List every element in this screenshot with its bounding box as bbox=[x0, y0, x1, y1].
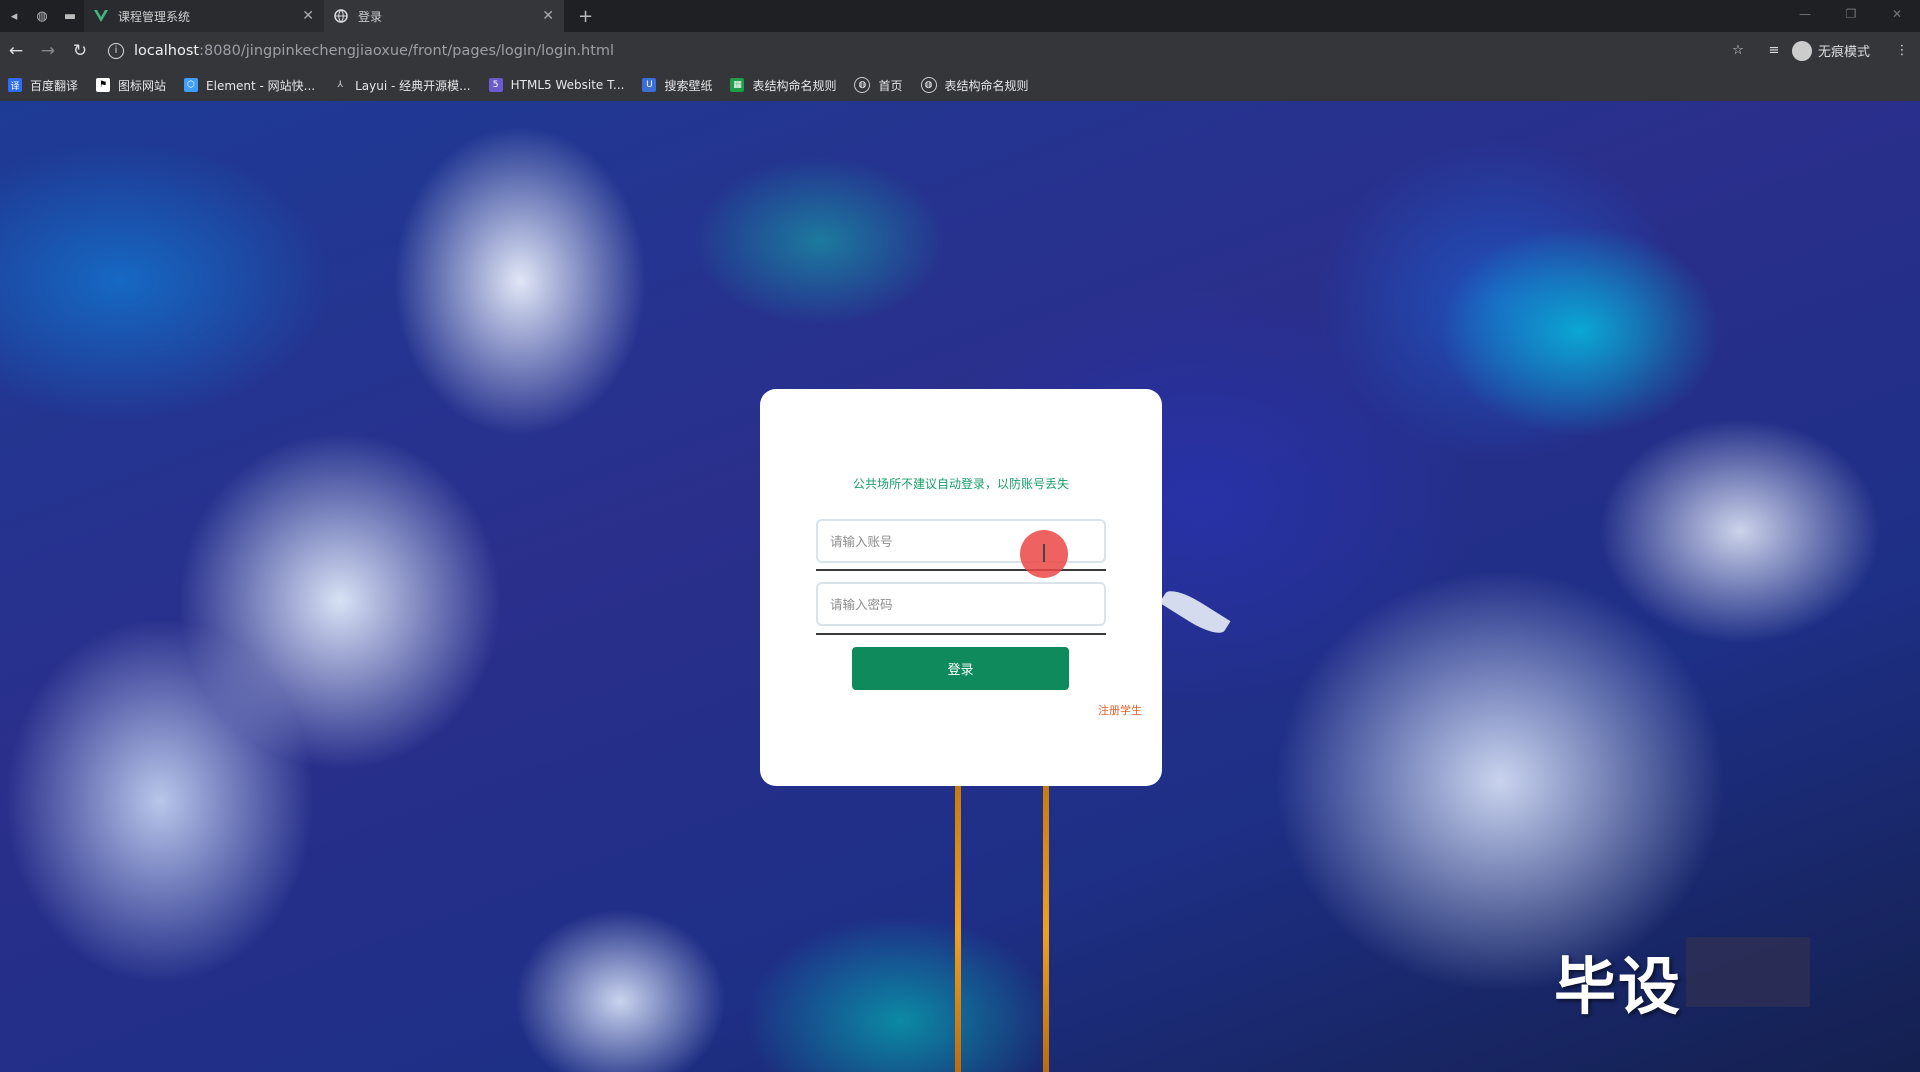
incognito-profile[interactable]: 无痕模式 bbox=[1791, 40, 1870, 61]
globe-icon[interactable]: ◍ bbox=[28, 0, 56, 32]
address-bar[interactable]: i localhost:8080/jingpinkechengjiaoxue/f… bbox=[108, 36, 1758, 65]
bookmark-item[interactable]: U 搜索壁纸 bbox=[642, 77, 712, 94]
bookmark-item[interactable]: ⬡ Element - 网站快... bbox=[184, 77, 315, 94]
bookmark-item[interactable]: ◍ 首页 bbox=[854, 77, 903, 94]
url-host: localhost bbox=[134, 42, 200, 59]
flag-icon: ⚑ bbox=[96, 78, 111, 92]
minimize-icon[interactable]: — bbox=[1782, 0, 1828, 28]
reload-icon[interactable]: ↻ bbox=[64, 41, 96, 61]
watermark-text: 毕设 bbox=[1554, 950, 1683, 1023]
window-icon[interactable]: ▬ bbox=[56, 0, 84, 32]
profile-label: 无痕模式 bbox=[1817, 45, 1870, 60]
tab-course-system[interactable]: 课程管理系统 ✕ bbox=[84, 0, 324, 32]
tab-close-icon[interactable]: ✕ bbox=[542, 8, 554, 24]
decorative-rope-left bbox=[955, 786, 961, 1072]
reading-list-icon[interactable]: ≡ bbox=[1756, 43, 1792, 58]
browser-tab-bar: ◂ ◍ ▬ 课程管理系统 ✕ 登录 ✕ + — ❐ ✕ bbox=[0, 0, 1920, 32]
window-controls: — ❐ ✕ bbox=[1782, 0, 1920, 28]
password-input[interactable] bbox=[816, 582, 1106, 626]
menu-dots-icon[interactable]: ⋮ bbox=[1884, 43, 1920, 58]
bookmark-item[interactable]: ⚑ 图标网站 bbox=[96, 77, 166, 94]
login-page-background: 公共场所不建议自动登录，以防账号丢失 登录 注册学生 毕设 bbox=[0, 101, 1920, 1072]
mouse-cursor-indicator bbox=[1020, 530, 1068, 578]
layui-icon: ⅄ bbox=[333, 78, 348, 92]
html5-icon: 5 bbox=[488, 78, 503, 92]
globe-icon: ◍ bbox=[854, 77, 871, 93]
login-card: 公共场所不建议自动登录，以防账号丢失 登录 注册学生 bbox=[760, 389, 1162, 786]
back-icon[interactable]: ← bbox=[0, 41, 32, 61]
tab-title: 登录 bbox=[358, 9, 383, 24]
translate-icon: 译 bbox=[8, 78, 22, 92]
element-icon: ⬡ bbox=[184, 78, 199, 92]
bookmark-item[interactable]: 5 HTML5 Website T... bbox=[488, 78, 624, 92]
bookmark-item[interactable]: ⅄ Layui - 经典开源模... bbox=[333, 77, 471, 94]
globe-icon bbox=[334, 9, 348, 23]
bookmark-star-icon[interactable]: ☆ bbox=[1720, 43, 1756, 58]
incognito-icon bbox=[1791, 40, 1812, 61]
login-button[interactable]: 登录 bbox=[852, 647, 1069, 690]
tab-close-icon[interactable]: ✕ bbox=[302, 8, 314, 24]
bookmark-item[interactable]: 译百度翻译 bbox=[8, 77, 78, 94]
restore-icon[interactable]: ❐ bbox=[1828, 0, 1874, 28]
speaker-icon[interactable]: ◂ bbox=[0, 0, 28, 32]
login-notice: 公共场所不建议自动登录，以防账号丢失 bbox=[852, 477, 1069, 491]
decorative-feather bbox=[1159, 584, 1231, 640]
bookmark-item[interactable]: ▦ 表结构命名规则 bbox=[730, 77, 836, 94]
new-tab-icon[interactable]: + bbox=[578, 6, 593, 27]
bookmark-item[interactable]: ◍ 表结构命名规则 bbox=[920, 77, 1029, 94]
decorative-rope-right bbox=[1043, 786, 1049, 1072]
bookmarks-bar: 译百度翻译 ⚑ 图标网站 ⬡ Element - 网站快... ⅄ Layui - 经… bbox=[0, 69, 1920, 101]
vue-logo-icon bbox=[94, 9, 108, 23]
sheet-icon: ▦ bbox=[730, 78, 745, 92]
tab-title: 课程管理系统 bbox=[118, 9, 191, 24]
wallpaper-icon: U bbox=[642, 78, 657, 92]
browser-toolbar: ← → ↻ i localhost:8080/jingpinkechengjia… bbox=[0, 32, 1920, 69]
close-window-icon[interactable]: ✕ bbox=[1874, 0, 1920, 28]
divider bbox=[816, 569, 1106, 571]
tab-login[interactable]: 登录 ✕ bbox=[324, 0, 564, 32]
forward-icon[interactable]: → bbox=[32, 41, 64, 61]
info-icon[interactable]: i bbox=[108, 42, 124, 59]
globe-icon: ◍ bbox=[920, 77, 937, 93]
url-path: :8080/jingpinkechengjiaoxue/front/pages/… bbox=[199, 42, 615, 59]
register-student-link[interactable]: 注册学生 bbox=[1098, 702, 1142, 718]
divider bbox=[816, 633, 1106, 635]
watermark-mask bbox=[1686, 937, 1810, 1007]
